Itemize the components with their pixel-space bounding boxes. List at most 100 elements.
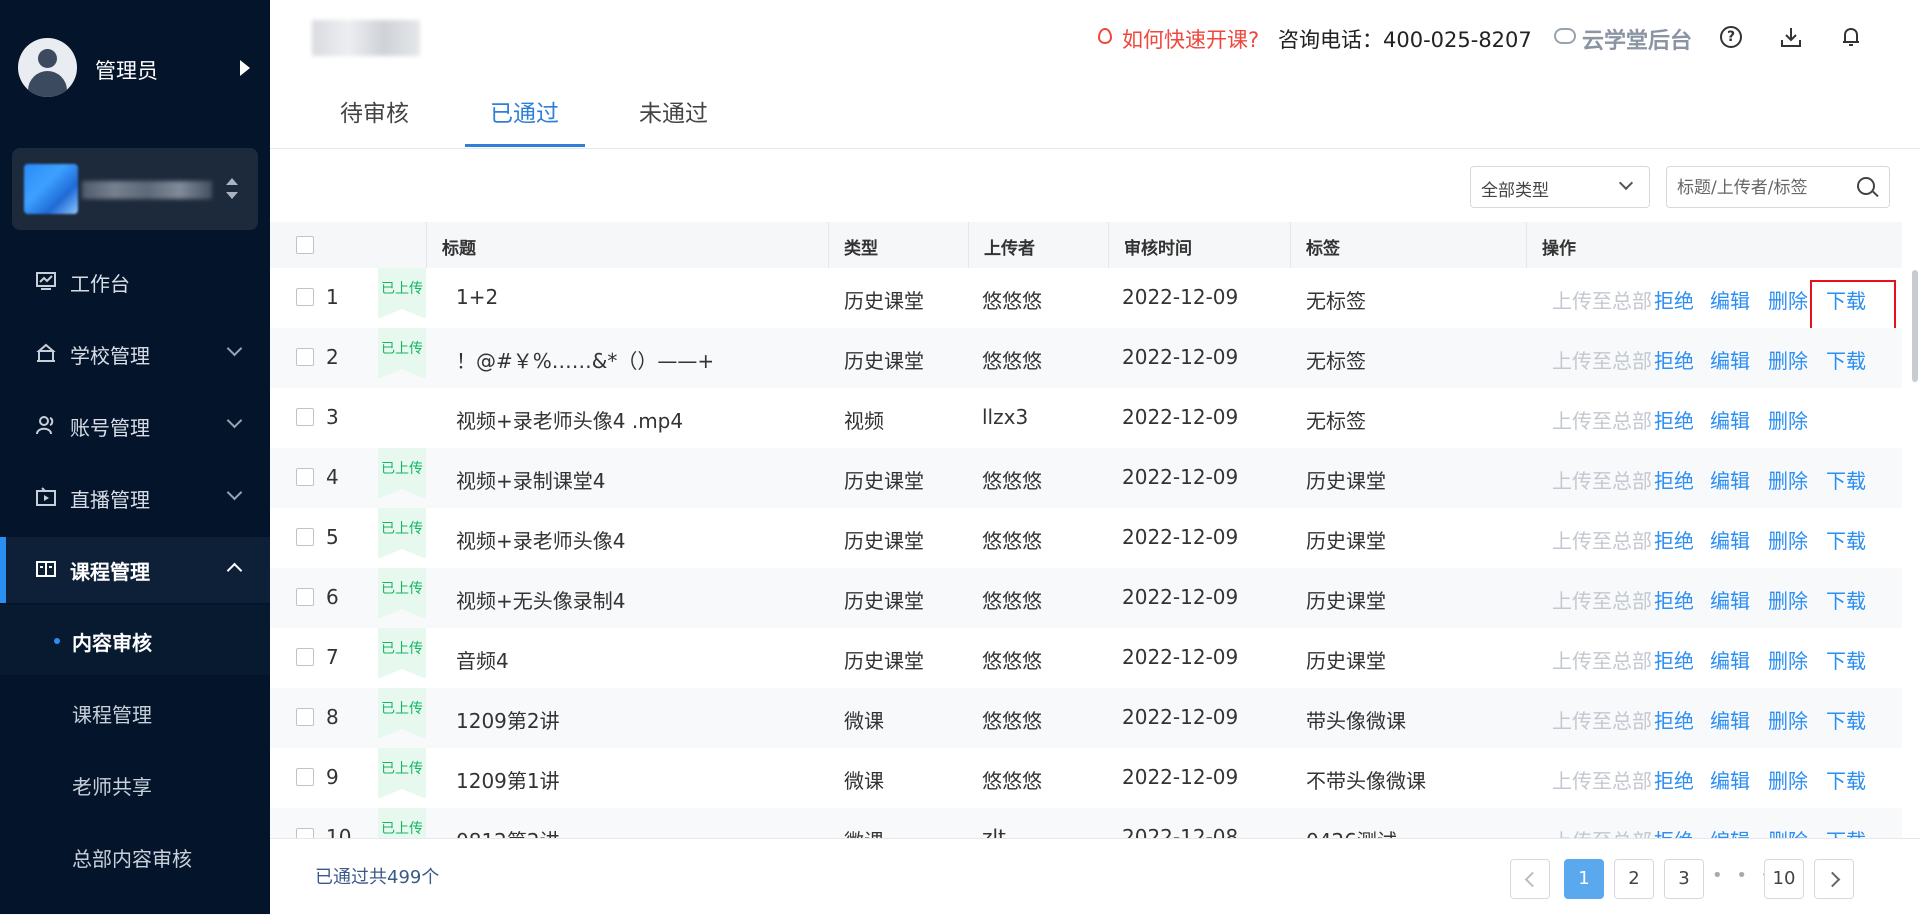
download-icon[interactable] — [1780, 26, 1802, 48]
upload-hq-button[interactable]: 上传至总部 — [1552, 585, 1652, 614]
edit-button[interactable]: 编辑 — [1710, 705, 1750, 734]
search-icon[interactable] — [1857, 177, 1875, 195]
page-2-button[interactable]: 2 — [1614, 859, 1654, 899]
bell-icon[interactable] — [1840, 26, 1862, 48]
scrollbar-thumb[interactable] — [1912, 270, 1918, 382]
sub-item-teacher-share[interactable]: 老师共享 — [0, 749, 270, 819]
upload-hq-button[interactable]: 上传至总部 — [1552, 645, 1652, 674]
select-all-checkbox[interactable] — [296, 236, 314, 254]
delete-button[interactable]: 删除 — [1768, 585, 1808, 614]
upload-hq-button[interactable]: 上传至总部 — [1552, 465, 1652, 494]
row-checkbox[interactable] — [296, 528, 314, 546]
download-button[interactable]: 下载 — [1826, 345, 1866, 374]
row-checkbox[interactable] — [296, 468, 314, 486]
prev-page-button[interactable] — [1510, 859, 1550, 899]
sidebar: 管理员 工作台 学校管理 账号管理 直播管理 课程管理 内容审核 课程管理 老师… — [0, 0, 270, 914]
upload-hq-button[interactable]: 上传至总部 — [1552, 525, 1652, 554]
delete-button[interactable]: 删除 — [1768, 825, 1808, 838]
delete-button[interactable]: 删除 — [1768, 525, 1808, 554]
delete-button[interactable]: 删除 — [1768, 465, 1808, 494]
upload-hq-button[interactable]: 上传至总部 — [1552, 405, 1652, 434]
page-3-button[interactable]: 3 — [1664, 859, 1704, 899]
page-1-button[interactable]: 1 — [1564, 859, 1604, 899]
reject-button[interactable]: 拒绝 — [1654, 585, 1694, 614]
delete-button[interactable]: 删除 — [1768, 285, 1808, 314]
delete-button[interactable]: 删除 — [1768, 705, 1808, 734]
row-checkbox[interactable] — [296, 588, 314, 606]
reject-button[interactable]: 拒绝 — [1654, 645, 1694, 674]
edit-button[interactable]: 编辑 — [1710, 345, 1750, 374]
row-checkbox[interactable] — [296, 408, 314, 426]
edit-button[interactable]: 编辑 — [1710, 525, 1750, 554]
sub-item-hq-review[interactable]: 总部内容审核 — [0, 821, 270, 891]
user-menu[interactable]: 管理员 — [18, 38, 258, 98]
reject-button[interactable]: 拒绝 — [1654, 825, 1694, 838]
nav-item-account[interactable]: 账号管理 — [0, 393, 270, 455]
type-select[interactable]: 全部类型 — [1470, 166, 1650, 208]
nav-label: 直播管理 — [70, 488, 150, 512]
row-checkbox[interactable] — [296, 288, 314, 306]
download-button[interactable]: 下载 — [1826, 825, 1866, 838]
tab-pending[interactable]: 待审核 — [340, 94, 409, 146]
edit-button[interactable]: 编辑 — [1710, 465, 1750, 494]
tab-approved[interactable]: 已通过 — [490, 94, 559, 146]
edit-button[interactable]: 编辑 — [1710, 825, 1750, 838]
download-button[interactable]: 下载 — [1826, 645, 1866, 674]
delete-button[interactable]: 删除 — [1768, 405, 1808, 434]
nav-label: 课程管理 — [70, 560, 150, 584]
row-checkbox[interactable] — [296, 708, 314, 726]
download-button[interactable]: 下载 — [1826, 585, 1866, 614]
edit-button[interactable]: 编辑 — [1710, 765, 1750, 794]
edit-button[interactable]: 编辑 — [1710, 405, 1750, 434]
school-switcher[interactable] — [12, 148, 258, 230]
nav-item-school[interactable]: 学校管理 — [0, 321, 270, 383]
reject-button[interactable]: 拒绝 — [1654, 705, 1694, 734]
download-button[interactable]: 下载 — [1826, 525, 1866, 554]
upload-hq-button[interactable]: 上传至总部 — [1552, 765, 1652, 794]
help-icon[interactable]: ? — [1720, 26, 1742, 48]
row-review-time: 2022-12-09 — [1122, 405, 1239, 429]
row-checkbox[interactable] — [296, 768, 314, 786]
row-checkbox[interactable] — [296, 648, 314, 666]
edit-button[interactable]: 编辑 — [1710, 645, 1750, 674]
delete-button[interactable]: 删除 — [1768, 645, 1808, 674]
reject-button[interactable]: 拒绝 — [1654, 525, 1694, 554]
reject-button[interactable]: 拒绝 — [1654, 405, 1694, 434]
download-button[interactable]: 下载 — [1826, 465, 1866, 494]
page-10-button[interactable]: 10 — [1764, 859, 1804, 899]
upload-hq-button[interactable]: 上传至总部 — [1552, 285, 1652, 314]
upload-hq-button[interactable]: 上传至总部 — [1552, 345, 1652, 374]
sub-item-course-manage[interactable]: 课程管理 — [0, 677, 270, 747]
reject-button[interactable]: 拒绝 — [1654, 285, 1694, 314]
reject-button[interactable]: 拒绝 — [1654, 765, 1694, 794]
search-input[interactable] — [1675, 173, 1849, 203]
delete-button[interactable]: 删除 — [1768, 345, 1808, 374]
reject-button[interactable]: 拒绝 — [1654, 345, 1694, 374]
user-name: 管理员 — [95, 59, 158, 83]
download-button[interactable]: 下载 — [1826, 765, 1866, 794]
quick-start-link[interactable]: 如何快速开课? — [1122, 24, 1259, 54]
nav-item-workbench[interactable]: 工作台 — [0, 249, 270, 311]
reject-button[interactable]: 拒绝 — [1654, 465, 1694, 494]
uploaded-badge-label: 已上传 — [381, 821, 423, 837]
uploaded-badge: 已上传 — [378, 568, 426, 619]
delete-button[interactable]: 删除 — [1768, 765, 1808, 794]
row-checkbox[interactable] — [296, 348, 314, 366]
nav-item-live[interactable]: 直播管理 — [0, 465, 270, 527]
edit-button[interactable]: 编辑 — [1710, 285, 1750, 314]
edit-button[interactable]: 编辑 — [1710, 585, 1750, 614]
row-type: 历史课堂 — [844, 289, 924, 313]
row-tag: 历史课堂 — [1306, 589, 1386, 613]
tab-rejected[interactable]: 未通过 — [639, 94, 708, 146]
upload-hq-button[interactable]: 上传至总部 — [1552, 825, 1652, 838]
table-row: 9 已上传 1209第1讲 微课 悠悠悠 2022-12-09 不带头像微课 上传至总部 拒绝编… — [270, 748, 1902, 808]
row-review-time: 2022-12-09 — [1122, 525, 1239, 549]
nav-item-course[interactable]: 课程管理 — [0, 537, 270, 603]
main-content: 待审核 已通过 未通过 全部类型 标题 类型 上传者 审核时间 标签 操作 1已… — [270, 72, 1920, 915]
download-button[interactable]: 下载 — [1826, 705, 1866, 734]
sub-item-content-review[interactable]: 内容审核 — [0, 605, 270, 675]
next-page-button[interactable] — [1814, 859, 1854, 899]
upload-hq-button[interactable]: 上传至总部 — [1552, 705, 1652, 734]
row-checkbox[interactable] — [296, 828, 314, 838]
row-tag: 无标签 — [1306, 289, 1366, 313]
